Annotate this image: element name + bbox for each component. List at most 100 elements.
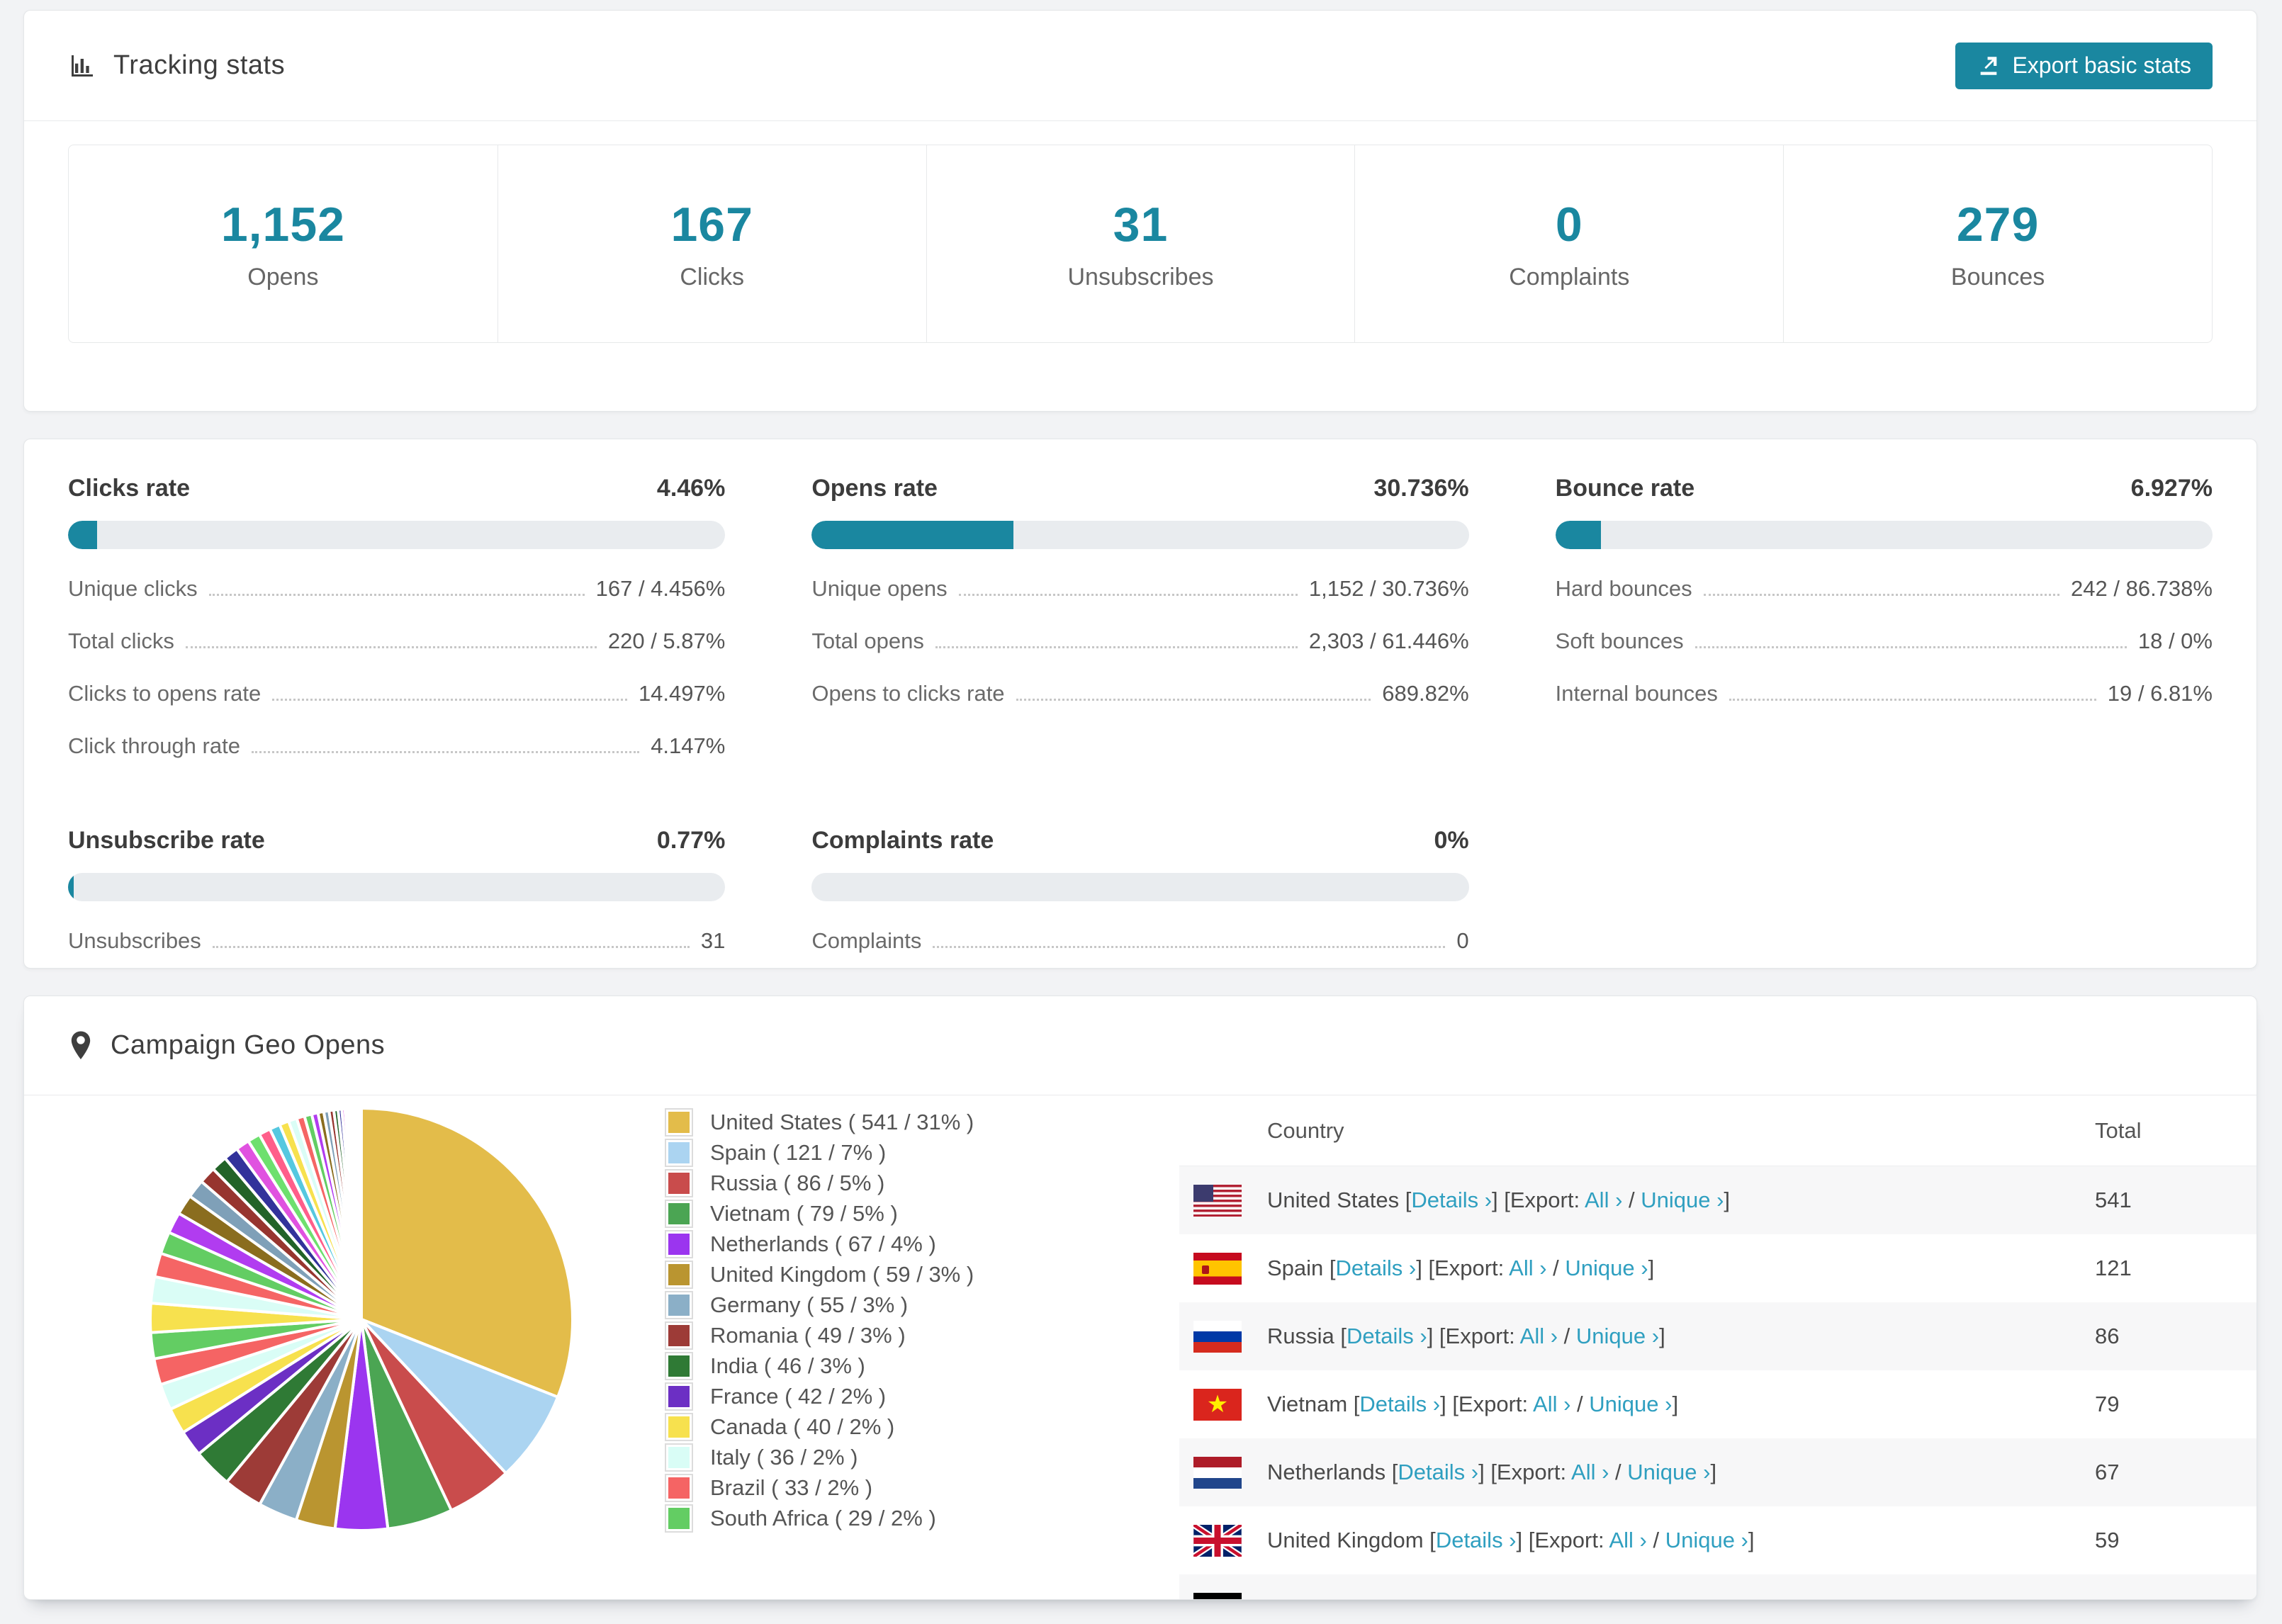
rate-stat-row: Hard bounces 242 / 86.738% [1556, 576, 2213, 602]
dotted-leader [185, 646, 597, 648]
legend-label: Romania ( 49 / 3% ) [710, 1322, 906, 1348]
details-link[interactable]: Details › [1336, 1256, 1417, 1280]
export-all-link[interactable]: All › [1543, 1596, 1580, 1599]
rate-panel: Complaints rate 0% Complaints 0 [811, 827, 1469, 954]
details-link[interactable]: Details › [1370, 1596, 1451, 1599]
legend-item: United States ( 541 / 31% ) [665, 1107, 974, 1137]
export-unique-link[interactable]: Unique › [1627, 1460, 1710, 1484]
geo-table-row: Netherlands [Details ›] [Export: All › /… [1179, 1438, 2256, 1506]
geo-pie-legend: United States ( 541 / 31% ) Spain ( 121 … [665, 1107, 974, 1533]
dotted-leader [958, 594, 1298, 596]
details-link[interactable]: Details › [1411, 1188, 1492, 1212]
export-all-link[interactable]: All › [1509, 1256, 1546, 1280]
summary-stat-label: Unsubscribes [1067, 263, 1214, 291]
export-unique-link[interactable]: Unique › [1665, 1528, 1748, 1552]
geo-content: United States ( 541 / 31% ) Spain ( 121 … [24, 1095, 2256, 1599]
summary-stat-value: 31 [1113, 197, 1169, 252]
rate-value: 6.927% [2130, 475, 2213, 502]
dotted-leader [208, 594, 585, 596]
legend-swatch [665, 1504, 693, 1533]
rates-grid: Clicks rate 4.46% Unique clicks 167 / 4.… [24, 439, 2256, 954]
rate-progress-fill [68, 521, 98, 549]
legend-swatch [665, 1290, 693, 1319]
geo-country-table: Country Total United States [Details ›] … [1179, 1095, 2256, 1599]
summary-stat-cell: 1,152 Opens [69, 145, 498, 342]
rate-stat-value: 4.147% [651, 733, 726, 758]
export-unique-link[interactable]: Unique › [1641, 1188, 1724, 1212]
rate-stat-value: 220 / 5.87% [607, 628, 726, 653]
total-cell: 541 [2095, 1188, 2132, 1212]
country-cell: United States [Details ›] [Export: All ›… [1267, 1188, 1731, 1212]
summary-row: 1,152 Opens 167 Clicks 31 Unsubscribes 0… [68, 145, 2213, 343]
total-cell: 67 [2095, 1460, 2120, 1484]
rate-progress-bar [1555, 521, 2213, 549]
tracking-stats-card: Tracking stats Export basic stats 1,152 … [23, 10, 2257, 412]
summary-stat-cell: 0 Complaints [1354, 145, 1783, 342]
geo-table-body: United States [Details ›] [Export: All ›… [1179, 1166, 2256, 1599]
campaign-geo-opens-card: Campaign Geo Opens United States ( 541 /… [23, 996, 2257, 1600]
flag-de-icon [1193, 1592, 1242, 1599]
legend-item: Canada ( 40 / 2% ) [665, 1411, 974, 1442]
geo-table-row: Russia [Details ›] [Export: All › / Uniq… [1179, 1302, 2256, 1370]
dotted-leader [1694, 646, 2127, 648]
details-link[interactable]: Details › [1436, 1528, 1517, 1552]
rate-stat-value: 31 [700, 928, 726, 953]
legend-swatch [665, 1107, 693, 1137]
flag-ru-icon [1193, 1320, 1242, 1353]
dotted-leader [1729, 699, 2096, 701]
geo-opens-pie-chart [149, 1106, 574, 1532]
export-all-link[interactable]: All › [1533, 1392, 1570, 1416]
rate-title: Complaints rate [811, 827, 994, 854]
legend-swatch [665, 1168, 693, 1197]
legend-item: South Africa ( 29 / 2% ) [665, 1503, 974, 1533]
legend-item: Netherlands ( 67 / 4% ) [665, 1229, 974, 1259]
legend-label: Spain ( 121 / 7% ) [710, 1139, 887, 1165]
rate-panel: Unsubscribe rate 0.77% Unsubscribes 31 [68, 827, 726, 954]
total-cell: 86 [2095, 1324, 2120, 1348]
map-pin-icon [68, 1030, 94, 1061]
rate-stat-row: Opens to clicks rate 689.82% [811, 681, 1468, 706]
legend-label: Germany ( 55 / 3% ) [710, 1292, 909, 1317]
export-unique-link[interactable]: Unique › [1600, 1596, 1682, 1599]
summary-stat-cell: 31 Unsubscribes [926, 145, 1355, 342]
legend-swatch [665, 1473, 693, 1502]
export-all-link[interactable]: All › [1609, 1528, 1646, 1552]
rate-stat-label: Click through rate [68, 733, 240, 758]
rate-progress-bar [68, 521, 726, 549]
export-button-label: Export basic stats [2012, 52, 2191, 78]
details-link[interactable]: Details › [1347, 1324, 1427, 1348]
rate-stat-row: Unsubscribes 31 [68, 928, 725, 954]
summary-stat-cell: 279 Bounces [1783, 145, 2212, 342]
rate-title: Clicks rate [68, 475, 190, 502]
geo-title: Campaign Geo Opens [111, 1030, 386, 1060]
rate-progress-fill [68, 873, 74, 901]
total-cell: 79 [2095, 1392, 2120, 1416]
geo-table-row: Germany [Details ›] [Export: All › / Uni… [1179, 1574, 2256, 1599]
total-cell: 59 [2095, 1528, 2120, 1552]
rate-stat-row: Click through rate 4.147% [68, 733, 725, 759]
export-all-link[interactable]: All › [1520, 1324, 1558, 1348]
export-basic-stats-button[interactable]: Export basic stats [1955, 42, 2213, 89]
export-all-link[interactable]: All › [1585, 1188, 1622, 1212]
legend-item: Germany ( 55 / 3% ) [665, 1290, 974, 1320]
page-title: Tracking stats [113, 50, 286, 80]
details-link[interactable]: Details › [1398, 1460, 1478, 1484]
geo-header: Campaign Geo Opens [24, 996, 2256, 1095]
legend-label: Italy ( 36 / 2% ) [710, 1444, 858, 1470]
export-unique-link[interactable]: Unique › [1589, 1392, 1672, 1416]
rate-stat-value: 167 / 4.456% [595, 576, 726, 601]
legend-item: France ( 42 / 2% ) [665, 1381, 974, 1411]
rate-stat-label: Opens to clicks rate [811, 681, 1005, 706]
rate-stat-label: Total opens [811, 628, 924, 653]
export-all-link[interactable]: All › [1571, 1460, 1609, 1484]
tracking-stats-header: Tracking stats Export basic stats [24, 11, 2256, 121]
legend-label: United Kingdom ( 59 / 3% ) [710, 1261, 974, 1287]
geo-table-row: Spain [Details ›] [Export: All › / Uniqu… [1179, 1234, 2256, 1302]
details-link[interactable]: Details › [1359, 1392, 1440, 1416]
summary-stat-value: 167 [670, 197, 753, 252]
export-unique-link[interactable]: Unique › [1576, 1324, 1659, 1348]
legend-label: India ( 46 / 3% ) [710, 1353, 865, 1378]
country-cell: Vietnam [Details ›] [Export: All › / Uni… [1267, 1392, 1679, 1416]
export-unique-link[interactable]: Unique › [1565, 1256, 1648, 1280]
summary-stat-value: 279 [1956, 197, 2040, 252]
